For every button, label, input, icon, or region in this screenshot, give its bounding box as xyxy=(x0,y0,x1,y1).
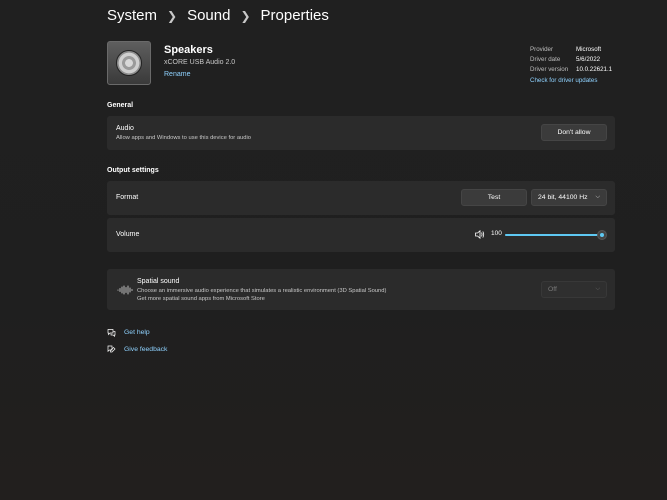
volume-slider-fill xyxy=(505,234,602,236)
audio-title: Audio xyxy=(116,125,134,132)
give-feedback-label: Give feedback xyxy=(124,346,168,353)
spatial-sound-select[interactable]: Off ⌵ xyxy=(541,281,607,298)
spatial-sound-card: Spatial sound Choose an immersive audio … xyxy=(107,269,615,310)
volume-card: Volume 100 xyxy=(107,218,615,252)
volume-label: Volume xyxy=(116,231,140,238)
device-model: xCORE USB Audio 2.0 xyxy=(164,59,236,66)
breadcrumb: System ❯ Sound ❯ Properties xyxy=(107,7,329,24)
format-select[interactable]: 24 bit, 44100 Hz ⌵ xyxy=(531,189,607,206)
help-chat-icon xyxy=(107,329,116,337)
get-help-link[interactable]: Get help xyxy=(107,328,150,337)
provider-label: Provider xyxy=(530,46,554,53)
provider-value: Microsoft xyxy=(576,46,602,53)
dont-allow-button[interactable]: Don't allow xyxy=(541,124,607,141)
spatial-sound-value: Off xyxy=(548,286,557,293)
give-feedback-link[interactable]: Give feedback xyxy=(107,345,167,354)
driver-version-label: Driver version xyxy=(530,66,569,73)
output-settings-heading: Output settings xyxy=(107,167,159,174)
rename-link[interactable]: Rename xyxy=(164,71,235,78)
spatial-audio-icon xyxy=(117,285,133,295)
volume-slider-thumb[interactable] xyxy=(597,230,607,240)
format-select-value: 24 bit, 44100 Hz xyxy=(538,194,588,201)
volume-value: 100 xyxy=(491,230,502,237)
chevron-right-icon: ❯ xyxy=(167,8,178,23)
format-label: Format xyxy=(116,194,139,201)
general-heading: General xyxy=(107,102,134,109)
chevron-down-icon: ⌵ xyxy=(595,286,600,292)
format-card: Format Test 24 bit, 44100 Hz ⌵ xyxy=(107,181,615,215)
speaker-icon xyxy=(107,41,151,85)
audio-description: Allow apps and Windows to use this devic… xyxy=(116,135,252,141)
speaker-volume-icon xyxy=(475,230,485,239)
driver-date-label: Driver date xyxy=(530,56,561,63)
breadcrumb-properties: Properties xyxy=(260,7,329,24)
volume-slider[interactable] xyxy=(505,234,602,236)
check-driver-updates-link[interactable]: Check for driver updates xyxy=(530,77,612,84)
breadcrumb-sound[interactable]: Sound xyxy=(187,7,230,24)
spatial-sound-title: Spatial sound xyxy=(137,278,180,285)
driver-version-value: 10.0.22621.1 xyxy=(576,66,613,73)
feedback-icon xyxy=(107,345,116,353)
spatial-store-link[interactable]: Get more spatial sound apps from Microso… xyxy=(137,296,265,302)
device-header: Speakers xCORE USB Audio 2.0 Rename xyxy=(107,41,235,85)
audio-card: Audio Allow apps and Windows to use this… xyxy=(107,116,615,150)
driver-date-value: 5/6/2022 xyxy=(576,56,601,63)
spatial-sound-description: Choose an immersive audio experience tha… xyxy=(137,288,387,294)
breadcrumb-system[interactable]: System xyxy=(107,7,157,24)
chevron-down-icon: ⌵ xyxy=(595,194,600,200)
driver-info: Provider Microsoft Driver date 5/6/2022 … xyxy=(530,46,612,84)
get-help-label: Get help xyxy=(124,329,150,336)
chevron-right-icon: ❯ xyxy=(240,8,251,23)
test-button[interactable]: Test xyxy=(461,189,527,206)
device-name: Speakers xyxy=(164,44,213,56)
